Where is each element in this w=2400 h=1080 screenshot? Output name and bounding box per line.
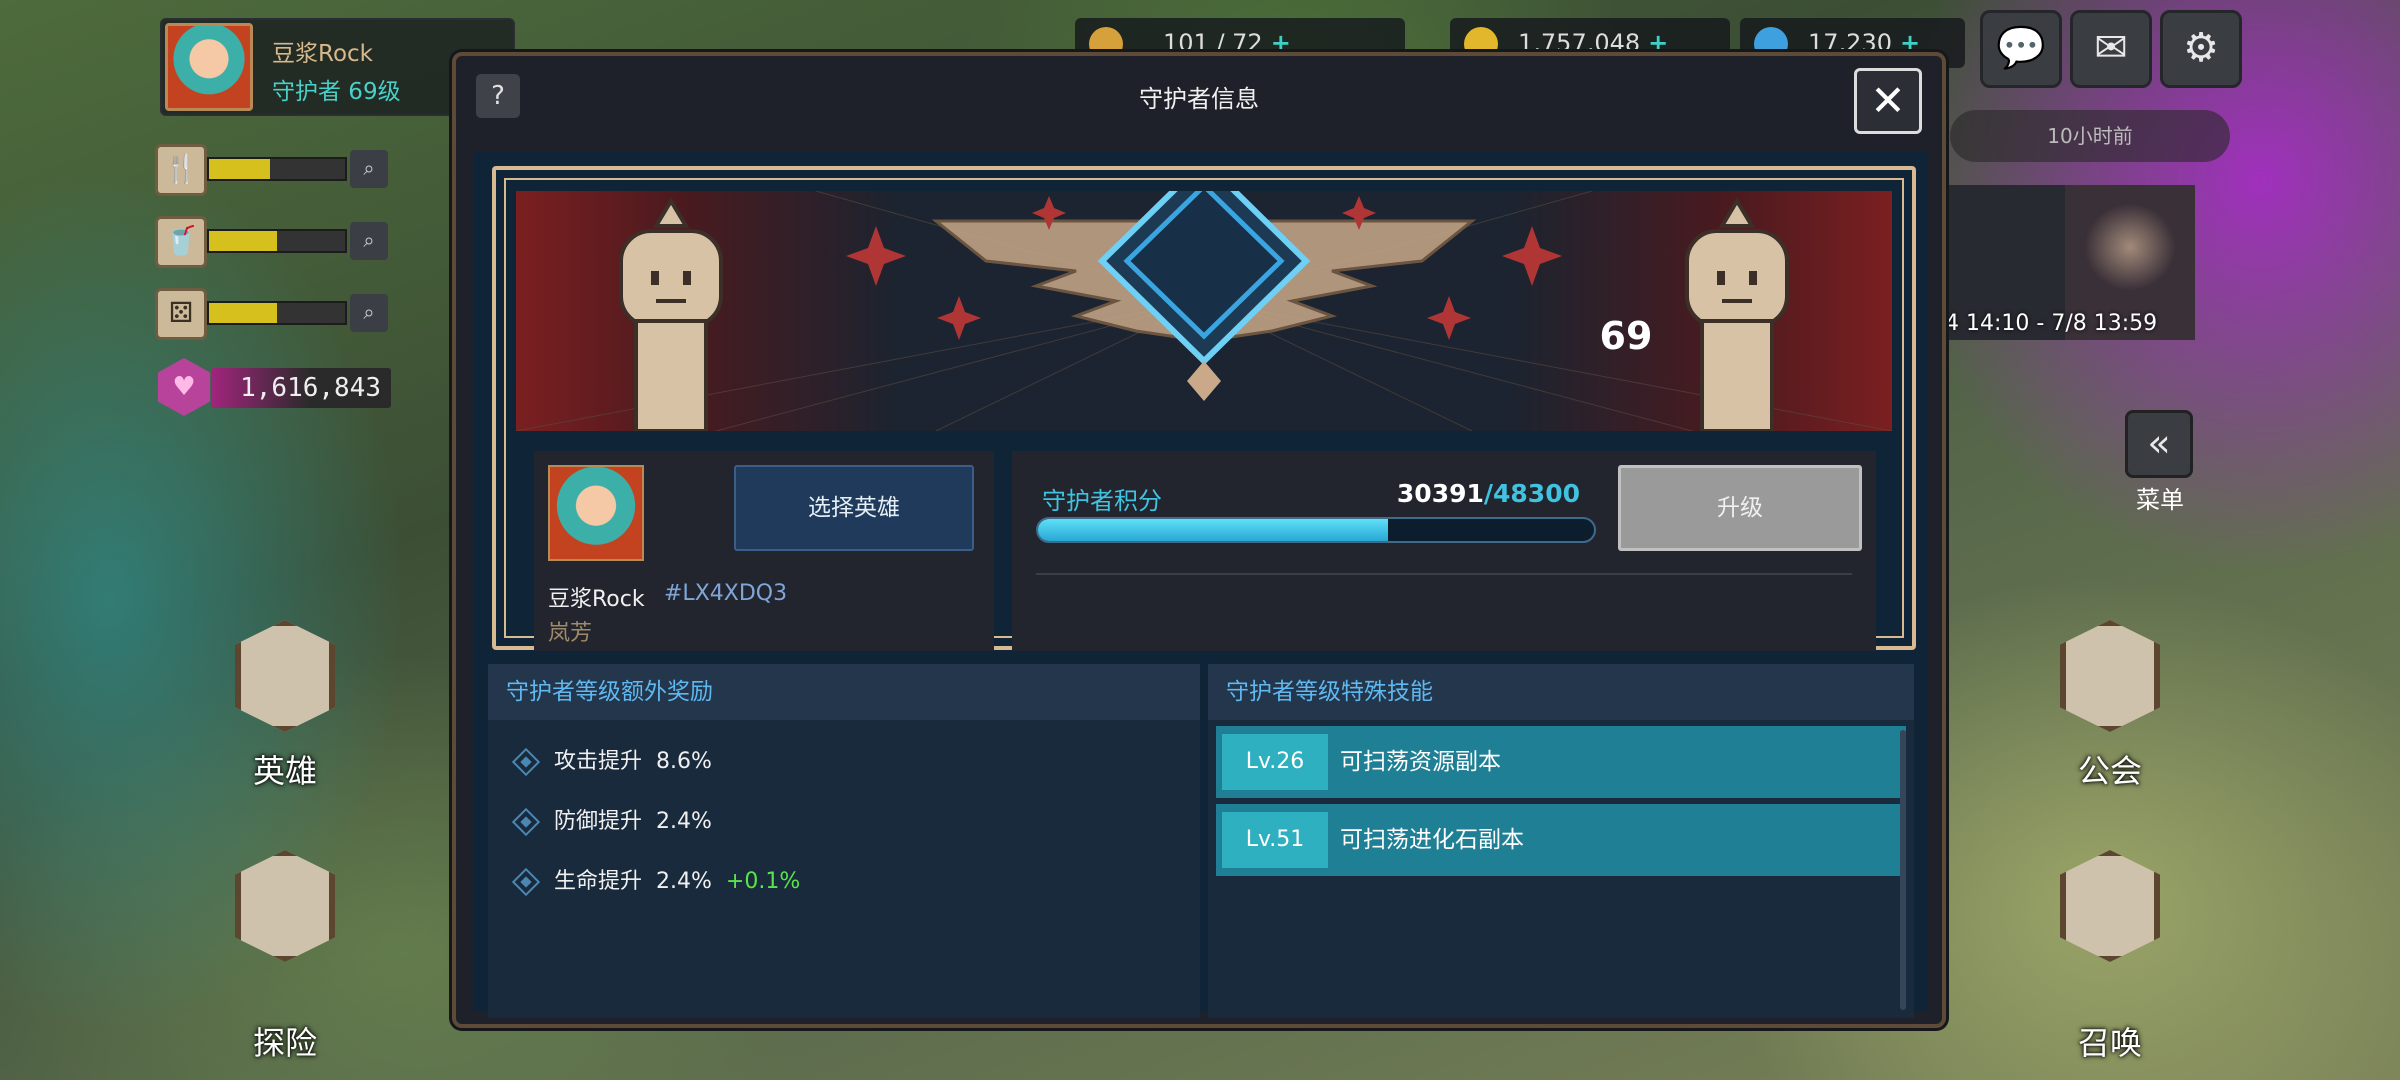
- adventure-nav-button[interactable]: 探险: [210, 850, 360, 1062]
- level-bonus-panel: 守护者等级额外奖励 攻击提升 8.6% 防御提升 2.4% 生命提升 2.4% +0.1…: [488, 664, 1200, 1018]
- event-dates: 4 14:10 - 7/8 13:59: [1945, 311, 2158, 336]
- points-current: 30391: [1396, 479, 1484, 508]
- settings-button[interactable]: ⚙: [2160, 10, 2242, 88]
- summon-nav-label: 召唤: [2077, 1024, 2142, 1062]
- points-max: /48300: [1483, 479, 1580, 508]
- search-icon[interactable]: ⌕: [350, 222, 388, 260]
- upgrade-button[interactable]: 升级: [1618, 465, 1862, 551]
- guild-nav-button[interactable]: 公会: [2035, 620, 2185, 790]
- mail-icon: ✉: [2094, 25, 2128, 71]
- adventure-nav-label: 探险: [252, 1024, 317, 1062]
- guardian-level: 69: [1599, 314, 1653, 358]
- level-bonus-header: 守护者等级额外奖励: [488, 664, 1200, 720]
- scrollbar[interactable]: [1900, 730, 1906, 1010]
- heart-gem-icon: ♥: [157, 358, 211, 416]
- points-label: 守护者积分: [1042, 487, 1162, 515]
- diamond-bullet-icon: [511, 867, 541, 897]
- close-icon: ✕: [1870, 76, 1906, 125]
- hero-name: 岚芳: [548, 621, 593, 646]
- skill-level-badge: Lv.51: [1222, 812, 1328, 868]
- double-chevron-left-icon: «: [2147, 421, 2171, 465]
- divider: [1036, 573, 1852, 575]
- player-card-name: 豆浆Rock: [548, 587, 645, 612]
- skill-description: 可扫荡资源副本: [1340, 749, 1501, 775]
- bonus-row-attack: 攻击提升 8.6%: [506, 742, 712, 782]
- skill-description: 可扫荡进化石副本: [1340, 827, 1524, 853]
- points-progress-bar: [1036, 517, 1596, 543]
- dice-icon: ⚄: [155, 288, 207, 340]
- settings-icon: ⚙: [2183, 25, 2219, 71]
- skill-row: Lv.51 可扫荡进化石副本: [1216, 804, 1906, 876]
- player-card: 选择英雄 豆浆Rock #LX4XDQ3 岚芳: [534, 451, 994, 651]
- player-avatar: [165, 23, 253, 111]
- adventure-icon: [235, 850, 335, 962]
- help-button[interactable]: ?: [476, 74, 520, 118]
- guild-icon: [2060, 620, 2160, 732]
- special-skill-panel: 守护者等级特殊技能 Lv.26 可扫荡资源副本 Lv.51 可扫荡进化石副本: [1208, 664, 1914, 1018]
- search-icon[interactable]: ⌕: [350, 150, 388, 188]
- drink-bar: [207, 229, 347, 253]
- dice-stat: ⚄ ⌕: [155, 288, 390, 340]
- guardian-banner: [516, 191, 1892, 431]
- mail-button[interactable]: ✉: [2070, 10, 2152, 88]
- skill-level-badge: Lv.26: [1222, 734, 1328, 790]
- heart-gem-value: 1,616,843: [211, 368, 391, 408]
- chat-icon: 💬: [1996, 25, 2046, 71]
- guild-nav-label: 公会: [2077, 752, 2142, 790]
- dialog-title: 守护者信息: [1139, 85, 1259, 113]
- event-banner[interactable]: 4 14:10 - 7/8 13:59: [1945, 185, 2195, 340]
- chat-button[interactable]: 💬: [1980, 10, 2062, 88]
- event-timer: 10小时前: [1950, 110, 2230, 162]
- menu-label: 菜单: [2136, 486, 2184, 514]
- hero-avatar[interactable]: [548, 465, 644, 561]
- summon-nav-button[interactable]: 召唤: [2035, 850, 2185, 1062]
- summon-icon: [2060, 850, 2160, 962]
- guardian-emblem: [516, 191, 1892, 431]
- food-bar: [207, 157, 347, 181]
- diamond-bullet-icon: [511, 807, 541, 837]
- player-name: 豆浆Rock: [272, 41, 373, 67]
- search-icon[interactable]: ⌕: [350, 294, 388, 332]
- menu-button[interactable]: «: [2125, 410, 2193, 478]
- food-stat: 🍴 ⌕: [155, 144, 390, 196]
- bonus-row-health: 生命提升 2.4% +0.1%: [506, 862, 800, 902]
- hero-icon: [235, 620, 335, 732]
- fork-knife-icon: 🍴: [155, 144, 207, 196]
- cup-icon: 🥤: [155, 216, 207, 268]
- guardian-info-dialog: 守护者信息 ? ✕ 69 选择英雄 豆浆Rock #LX4XDQ3 岚芳 守护者…: [452, 52, 1946, 1028]
- bonus-row-defense: 防御提升 2.4%: [506, 802, 712, 842]
- heart-gem-counter[interactable]: ♥ 1,616,843: [155, 358, 393, 416]
- player-level: 守护者 69级: [272, 79, 401, 105]
- skill-row: Lv.26 可扫荡资源副本: [1216, 726, 1906, 798]
- diamond-bullet-icon: [511, 747, 541, 777]
- hero-nav-label: 英雄: [252, 752, 317, 790]
- special-skill-header: 守护者等级特殊技能: [1208, 664, 1914, 720]
- points-card: 守护者积分 30391/48300 升级: [1012, 451, 1876, 651]
- close-button[interactable]: ✕: [1854, 68, 1922, 134]
- dice-bar: [207, 301, 347, 325]
- player-id: #LX4XDQ3: [664, 581, 788, 606]
- select-hero-button[interactable]: 选择英雄: [734, 465, 974, 551]
- drink-stat: 🥤 ⌕: [155, 216, 390, 268]
- hero-nav-button[interactable]: 英雄: [210, 620, 360, 790]
- points-value: 30391/48300: [1397, 479, 1580, 508]
